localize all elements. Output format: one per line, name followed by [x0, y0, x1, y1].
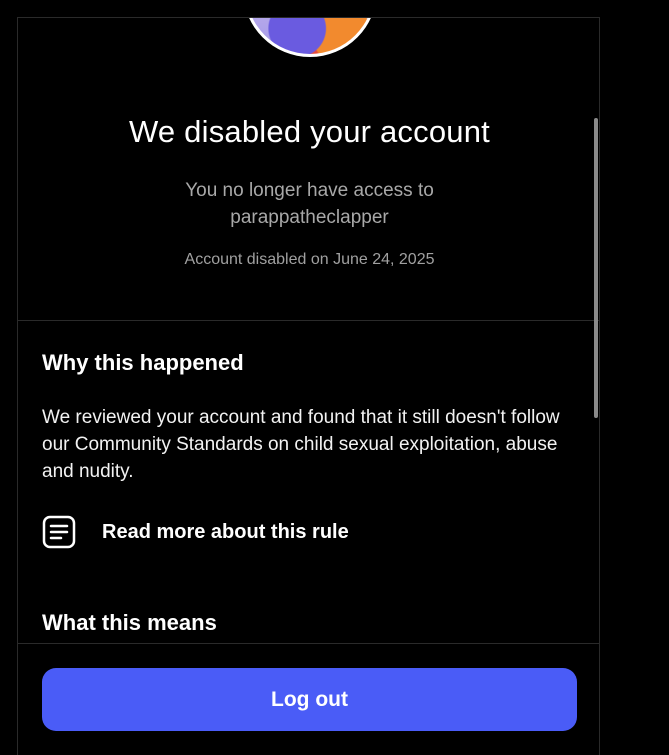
read-rule-link[interactable]: Read more about this rule: [42, 514, 442, 550]
page-title: We disabled your account: [129, 114, 490, 149]
access-notice: You no longer have access to parappathec…: [185, 180, 434, 228]
footer-bar: Log out: [17, 643, 600, 755]
profile-avatar: [243, 18, 377, 57]
scrollbar[interactable]: [594, 118, 598, 418]
disabled-date: Account disabled on June 24, 2025: [184, 251, 435, 268]
avatar-image: [246, 18, 374, 54]
means-heading: What this means: [42, 610, 217, 635]
logout-button[interactable]: Log out: [42, 668, 577, 731]
why-heading: Why this happened: [42, 350, 244, 375]
read-rule-label: Read more about this rule: [102, 520, 349, 543]
why-explanation: We reviewed your account and found that …: [42, 407, 560, 482]
document-lines-icon: [42, 515, 76, 549]
section-divider: [18, 320, 599, 321]
